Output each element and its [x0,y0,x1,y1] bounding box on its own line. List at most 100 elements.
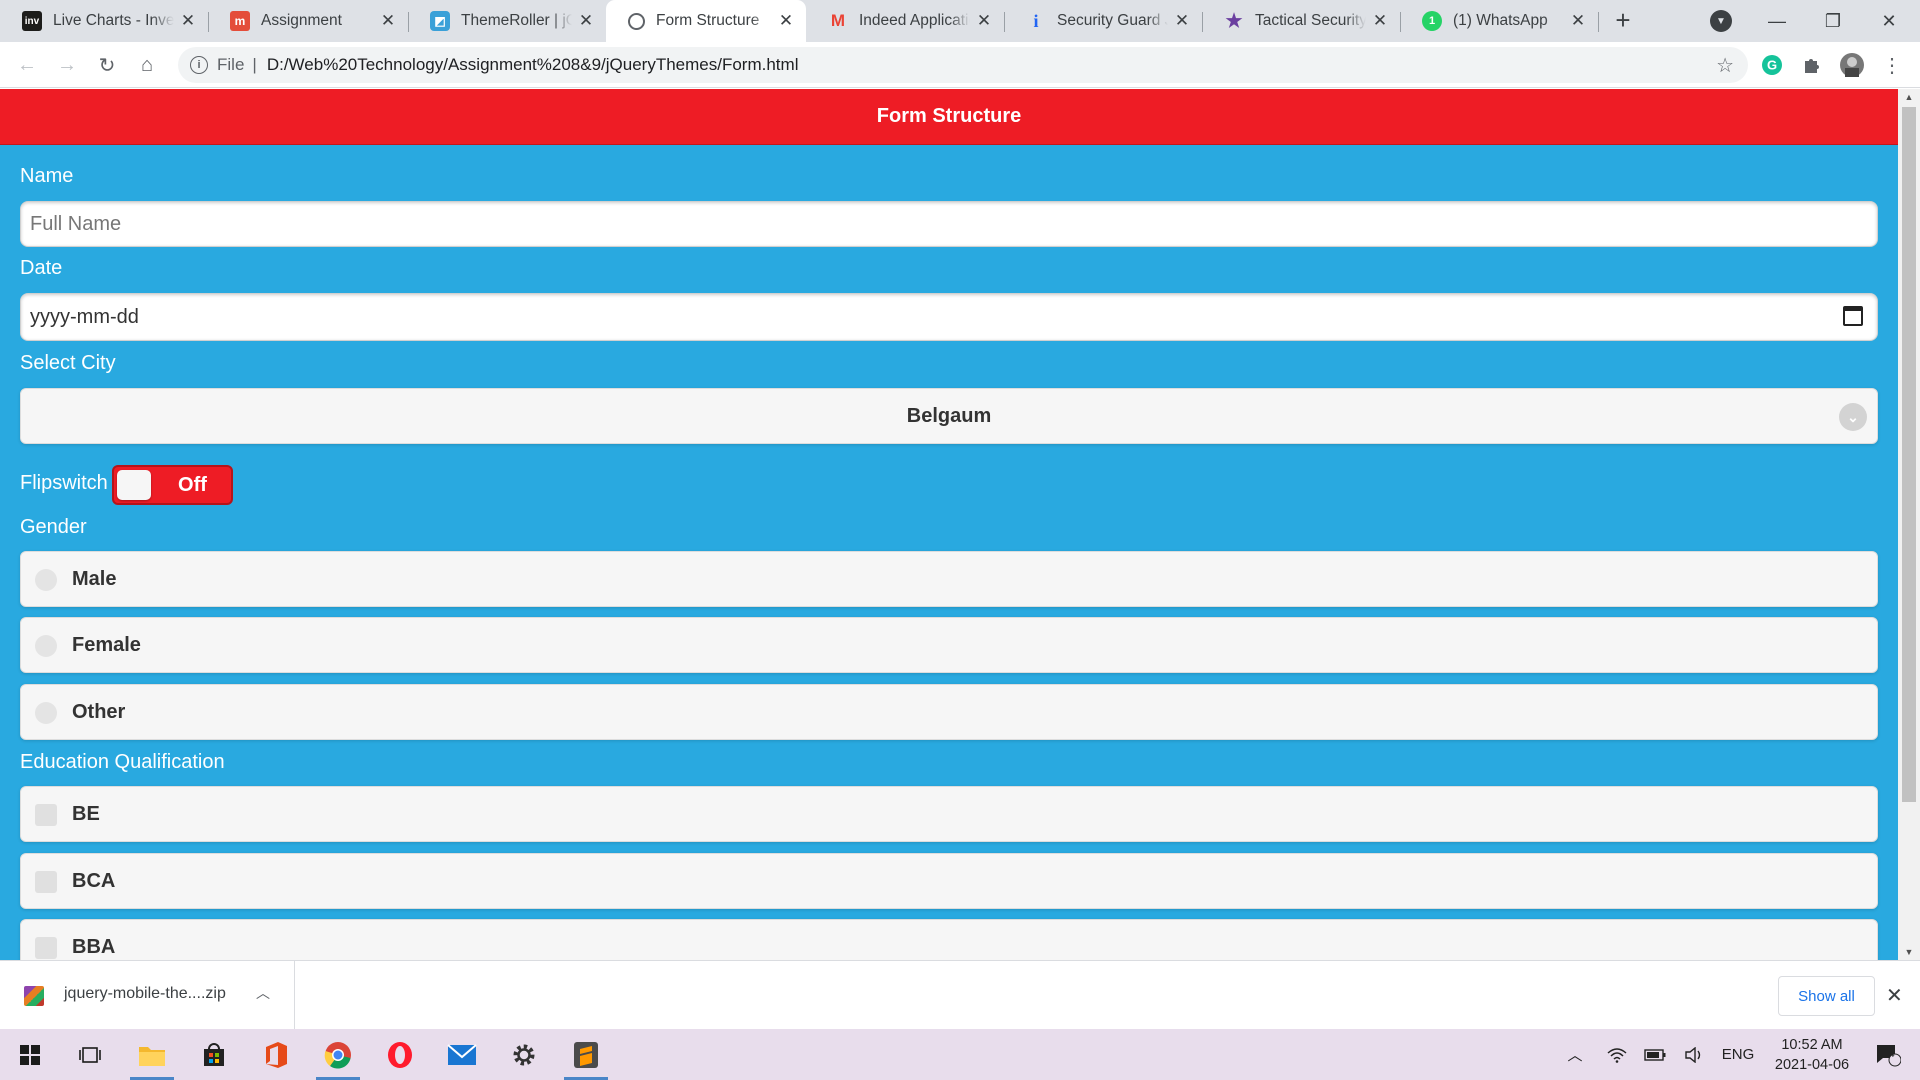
download-item[interactable]: jquery-mobile-the....zip ︿ [0,961,295,1030]
windows-start-icon[interactable] [2,1029,58,1080]
opera-icon[interactable] [372,1029,428,1080]
globe-icon [628,12,645,30]
tab-label: Indeed Application [859,12,970,29]
language-indicator[interactable]: ENG [1720,1029,1756,1080]
menu-dots-icon[interactable]: ⋮ [1880,53,1904,77]
radio-female[interactable]: Female [20,617,1878,673]
minimize-icon[interactable]: — [1749,0,1805,42]
extensions-puzzle-icon[interactable] [1800,53,1824,77]
flipswitch-knob[interactable] [117,470,151,500]
star-icon: ★ [1225,10,1243,32]
sublime-text-icon[interactable] [558,1029,614,1080]
close-icon[interactable]: ✕ [974,11,994,31]
investing-icon: inv [22,11,42,31]
grammarly-icon[interactable]: G [1760,53,1784,77]
show-all-button[interactable]: Show all [1778,976,1875,1016]
windows-taskbar: ︿ ENG 10:52 AM 2021-04-06 4 [0,1029,1920,1080]
tab-label: ThemeRoller | jQuery Mobile [461,12,572,29]
checkbox-be[interactable]: BE [20,786,1878,842]
tab-label: Form Structure [656,12,760,29]
url-separator: | [252,55,257,74]
window-close-icon[interactable]: ✕ [1861,0,1917,42]
gmail-icon: M [830,11,846,30]
close-icon[interactable]: ✕ [1172,11,1192,31]
tab-tactical-security[interactable]: ★ Tactical Security Guard ✕ [1202,0,1400,42]
home-icon[interactable]: ⌂ [132,50,162,80]
close-icon[interactable]: ✕ [576,11,596,31]
volume-icon[interactable] [1680,1029,1710,1080]
new-tab-button[interactable]: + [1608,7,1638,34]
close-icon[interactable]: ✕ [1568,11,1588,31]
url-scheme: File [217,55,245,74]
checkbox-label: BCA [72,869,116,892]
tab-live-charts[interactable]: inv Live Charts - Investing.com ✕ [0,0,208,42]
radio-other[interactable]: Other [20,684,1878,740]
task-view-icon[interactable] [62,1029,118,1080]
tab-form-structure[interactable]: Form Structure ✕ [606,0,806,42]
tab-whatsapp[interactable]: 1 (1) WhatsApp ✕ [1400,0,1598,42]
city-select[interactable]: Belgaum ⌄ [20,388,1878,444]
tab-label: (1) WhatsApp [1453,12,1548,29]
office-icon[interactable] [248,1029,304,1080]
wifi-icon[interactable] [1602,1029,1632,1080]
radio-male[interactable]: Male [20,551,1878,607]
restore-icon[interactable]: ❐ [1805,0,1861,42]
flipswitch-toggle[interactable]: Off [112,465,233,505]
site-info-icon[interactable]: i [190,56,208,74]
tab-label: Tactical Security Guard [1255,12,1366,29]
close-icon[interactable]: ✕ [178,11,198,31]
scroll-down-icon[interactable]: ▼ [1898,944,1920,960]
chrome-icon[interactable] [310,1029,366,1080]
page-scrollbar[interactable]: ▲ ▼ [1898,89,1920,960]
checkbox-bca[interactable]: BCA [20,853,1878,909]
tab-security-guard-jobs[interactable]: i Security Guard Jobs ✕ [1004,0,1202,42]
radio-label: Female [72,633,141,656]
close-icon[interactable]: ✕ [776,11,796,31]
settings-gear-icon[interactable] [496,1029,552,1080]
forward-icon[interactable]: → [52,50,82,80]
system-clock[interactable]: 10:52 AM 2021-04-06 [1762,1035,1862,1075]
checkbox-label: BE [72,802,100,825]
tab-search-icon[interactable]: ▼ [1710,10,1732,32]
checkbox-bba[interactable]: BBA [20,919,1878,960]
flipswitch-state: Off [178,474,207,496]
bookmark-star-icon[interactable]: ☆ [1716,53,1734,78]
education-label: Education Qualification [20,751,225,773]
name-input[interactable]: Full Name [20,201,1878,247]
indeed-icon: i [1033,10,1039,31]
back-icon[interactable]: ← [12,50,42,80]
tab-separator [1598,12,1599,32]
battery-icon[interactable] [1640,1029,1670,1080]
themeroller-icon: ◩ [430,11,450,31]
mail-icon[interactable] [434,1029,490,1080]
tab-themeroller[interactable]: ◩ ThemeRoller | jQuery Mobile ✕ [408,0,606,42]
chevron-up-icon[interactable]: ︿ [256,983,270,1003]
action-center-icon[interactable]: 4 [1868,1029,1908,1080]
show-hidden-icons-icon[interactable]: ︿ [1560,1029,1590,1080]
tab-assignment[interactable]: m Assignment ✕ [208,0,408,42]
microsoft-store-icon[interactable] [186,1029,242,1080]
flipswitch-label: Flipswitch [20,472,108,494]
tab-label: Security Guard Jobs [1057,12,1168,29]
scrollbar-thumb[interactable] [1902,107,1916,802]
whatsapp-icon: 1 [1422,11,1442,31]
avatar[interactable] [1840,53,1864,77]
close-icon[interactable]: ✕ [378,11,398,31]
moodle-icon: m [230,11,250,31]
tab-label: Assignment [261,12,342,29]
calendar-icon[interactable] [1843,306,1863,326]
clock-time: 10:52 AM [1781,1037,1843,1053]
tab-indeed-application[interactable]: M Indeed Application ✕ [806,0,1004,42]
close-icon[interactable]: ✕ [1370,11,1390,31]
address-bar[interactable]: i File | D:/Web%20Technology/Assignment%… [178,47,1748,83]
download-file-name: jquery-mobile-the....zip [64,985,226,1002]
checkbox-label: BBA [72,935,116,958]
scroll-up-icon[interactable]: ▲ [1898,89,1920,105]
radio-icon [35,569,57,591]
date-input[interactable]: yyyy-mm-dd [20,293,1878,341]
page-viewport: Form Structure Name Full Name Date yyyy-… [0,89,1898,960]
file-explorer-icon[interactable] [124,1029,180,1080]
reload-icon[interactable]: ↻ [92,50,122,80]
checkbox-icon [35,804,57,826]
close-icon[interactable]: ✕ [1886,983,1903,1008]
